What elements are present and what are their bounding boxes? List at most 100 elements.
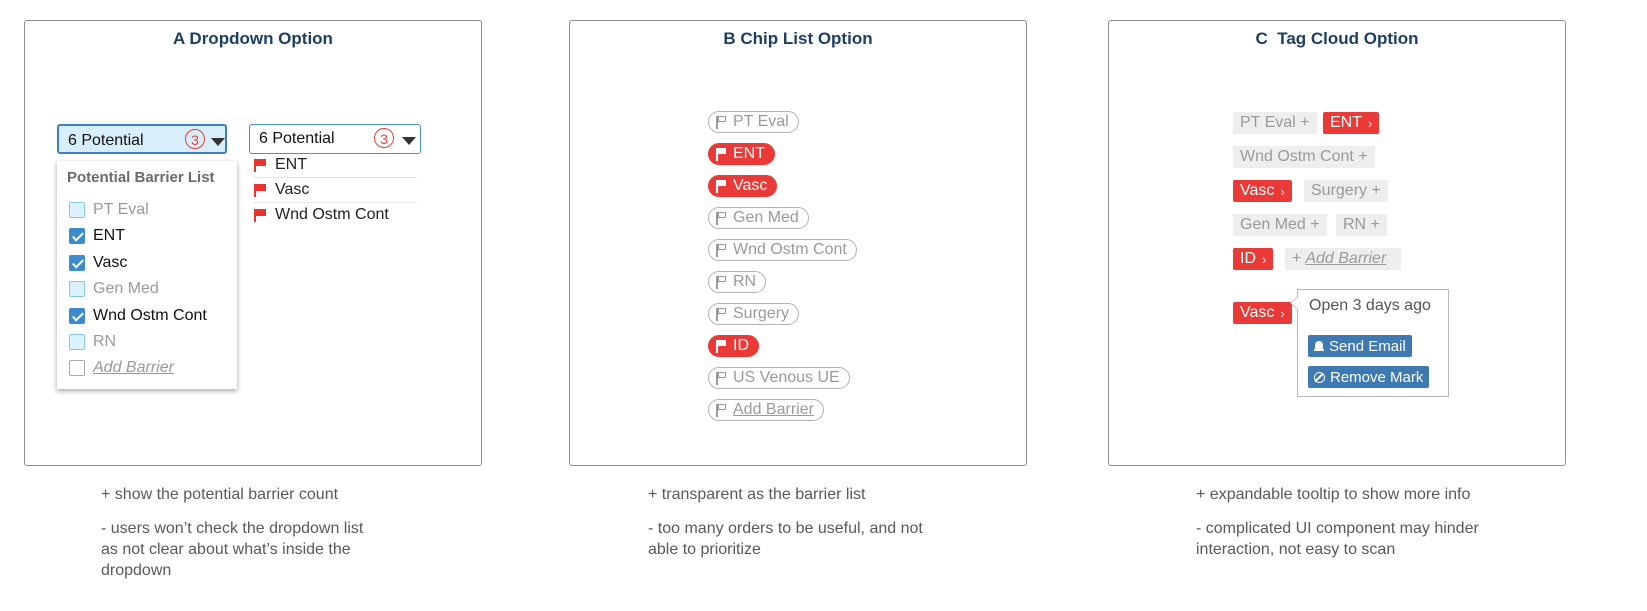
tag-surgery[interactable]: Surgery + xyxy=(1304,180,1388,202)
menu-item-label: Wnd Ostm Cont xyxy=(93,307,207,324)
tag-vasc-open[interactable]: Vasc › xyxy=(1233,302,1292,324)
checkbox[interactable] xyxy=(69,281,85,297)
chevron-down-icon[interactable] xyxy=(402,137,416,145)
menu-item-ent[interactable]: ENT xyxy=(69,225,125,247)
con-note: - complicated UI component may hinder in… xyxy=(1196,520,1479,558)
checkbox[interactable] xyxy=(69,202,85,218)
plus-icon: + xyxy=(1292,250,1302,267)
dropdown-label: 6 Potential xyxy=(259,130,335,147)
chip-us-venous-ue[interactable]: US Venous UE xyxy=(708,367,850,389)
menu-item-add-barrier[interactable]: Add Barrier xyxy=(69,357,174,379)
flag-icon xyxy=(715,147,728,161)
button-label: Remove Mark xyxy=(1330,368,1424,386)
panel-title: C Tag Cloud Option xyxy=(1255,29,1419,48)
add-barrier-link[interactable]: Add Barrier xyxy=(1305,250,1386,268)
flag-icon xyxy=(253,208,267,222)
chip-vasc[interactable]: Vasc xyxy=(708,175,778,197)
checkbox-checked[interactable] xyxy=(69,308,85,324)
flag-icon xyxy=(715,339,728,353)
flag-icon xyxy=(253,183,267,197)
menu-item-gen-med[interactable]: Gen Med xyxy=(69,278,159,300)
bell-icon xyxy=(1314,340,1324,352)
chevron-down-icon[interactable] xyxy=(211,138,225,146)
panel-chip-list-option: B Chip List Option PT Eval ENT Vasc Gen … xyxy=(569,20,1027,466)
chip-label: Wnd Ostm Cont xyxy=(733,241,847,258)
tag-label: PT Eval + xyxy=(1240,114,1310,131)
tag-label: Wnd Ostm Cont + xyxy=(1240,148,1368,165)
flag-icon xyxy=(253,158,267,172)
chip-add-barrier[interactable]: Add Barrier xyxy=(708,399,824,421)
potential-dropdown-active[interactable]: 6 Potential 3 xyxy=(57,124,227,154)
checkbox[interactable] xyxy=(69,334,85,350)
tag-vasc[interactable]: Vasc › xyxy=(1233,180,1292,202)
pro-note: + expandable tooltip to show more info xyxy=(1196,486,1471,503)
flagged-item-wnd-ostm-cont[interactable]: Wnd Ostm Cont xyxy=(253,203,417,227)
chip-gen-med[interactable]: Gen Med xyxy=(708,207,809,229)
flag-outline-icon xyxy=(715,211,728,225)
pro-note: + show the potential barrier count xyxy=(101,486,339,503)
chip-id[interactable]: ID xyxy=(708,335,759,357)
flagged-item-vasc[interactable]: Vasc xyxy=(253,178,417,203)
tag-pt-eval[interactable]: PT Eval + xyxy=(1233,112,1317,134)
panel-title: A Dropdown Option xyxy=(173,29,333,48)
tag-add-barrier[interactable]: + Add Barrier xyxy=(1285,248,1401,270)
tag-rn[interactable]: RN + xyxy=(1336,214,1387,236)
checkbox-empty[interactable] xyxy=(69,360,85,376)
chip-wnd-ostm-cont[interactable]: Wnd Ostm Cont xyxy=(708,239,857,261)
send-email-button[interactable]: Send Email xyxy=(1308,335,1412,357)
menu-heading: Potential Barrier List xyxy=(67,169,215,186)
checkbox-checked[interactable] xyxy=(69,228,85,244)
chip-ent[interactable]: ENT xyxy=(708,143,775,165)
flag-outline-icon xyxy=(715,275,728,289)
notes-tag-cloud-option: + expandable tooltip to show more info -… xyxy=(1196,484,1496,560)
con-note: - users won’t check the dropdown list as… xyxy=(101,520,364,579)
chip-label: Gen Med xyxy=(733,209,799,226)
flagged-item-ent[interactable]: ENT xyxy=(253,153,417,178)
chip-label: US Venous UE xyxy=(733,369,840,386)
notes-dropdown-option: + show the potential barrier count - use… xyxy=(101,484,401,581)
add-barrier-link[interactable]: Add Barrier xyxy=(93,359,174,377)
tag-gen-med[interactable]: Gen Med + xyxy=(1233,214,1327,236)
chip-pt-eval[interactable]: PT Eval xyxy=(708,111,799,133)
tag-label: RN + xyxy=(1343,216,1380,233)
menu-item-pt-eval[interactable]: PT Eval xyxy=(69,199,149,221)
chevron-right-icon: › xyxy=(1280,183,1285,199)
chevron-right-icon: › xyxy=(1280,305,1285,321)
tooltip-status-text: Open 3 days ago xyxy=(1309,297,1431,314)
menu-item-label: Vasc xyxy=(93,254,128,271)
barrier-count-badge: 3 xyxy=(185,129,205,149)
menu-item-label: PT Eval xyxy=(93,201,149,218)
chip-rn[interactable]: RN xyxy=(708,271,767,293)
chip-label: ENT xyxy=(733,145,765,162)
checkbox-checked[interactable] xyxy=(69,255,85,271)
flag-outline-icon xyxy=(715,115,728,129)
panel-tag-cloud-option: C Tag Cloud Option PT Eval + ENT › Wnd Os… xyxy=(1108,20,1566,466)
chip-label: PT Eval xyxy=(733,113,789,130)
menu-item-wnd-ostm-cont[interactable]: Wnd Ostm Cont xyxy=(69,305,207,327)
notes-chip-list-option: + transparent as the barrier list - too … xyxy=(648,484,948,560)
pro-note: + transparent as the barrier list xyxy=(648,486,866,503)
flag-icon xyxy=(715,179,728,193)
dropdown-label: 6 Potential xyxy=(68,132,144,149)
remove-mark-button[interactable]: Remove Mark xyxy=(1308,366,1430,388)
tag-label: Vasc xyxy=(1240,304,1275,321)
panel-dropdown-option: A Dropdown Option 6 Potential 3 6 Potent… xyxy=(24,20,482,466)
chip-surgery[interactable]: Surgery xyxy=(708,303,800,325)
flagged-item-label: ENT xyxy=(275,156,307,173)
menu-item-rn[interactable]: RN xyxy=(69,331,116,353)
tag-label: Surgery + xyxy=(1311,182,1381,199)
flagged-item-label: Vasc xyxy=(275,181,310,198)
tag-label: ID xyxy=(1240,250,1256,267)
tag-ent[interactable]: ENT › xyxy=(1323,112,1380,134)
flag-outline-icon xyxy=(715,243,728,257)
tag-wnd-ostm-cont[interactable]: Wnd Ostm Cont + xyxy=(1233,146,1375,168)
menu-item-label: RN xyxy=(93,333,117,350)
flag-outline-icon xyxy=(715,403,728,417)
chevron-right-icon: › xyxy=(1262,251,1267,267)
add-barrier-link[interactable]: Add Barrier xyxy=(733,401,814,419)
chevron-right-icon: › xyxy=(1368,115,1373,131)
tag-id[interactable]: ID › xyxy=(1233,248,1274,270)
menu-item-vasc[interactable]: Vasc xyxy=(69,252,127,274)
barrier-dropdown-menu: Potential Barrier List PT Eval ENT Vasc … xyxy=(57,161,237,389)
potential-dropdown-collapsed[interactable]: 6 Potential 3 xyxy=(249,124,421,154)
